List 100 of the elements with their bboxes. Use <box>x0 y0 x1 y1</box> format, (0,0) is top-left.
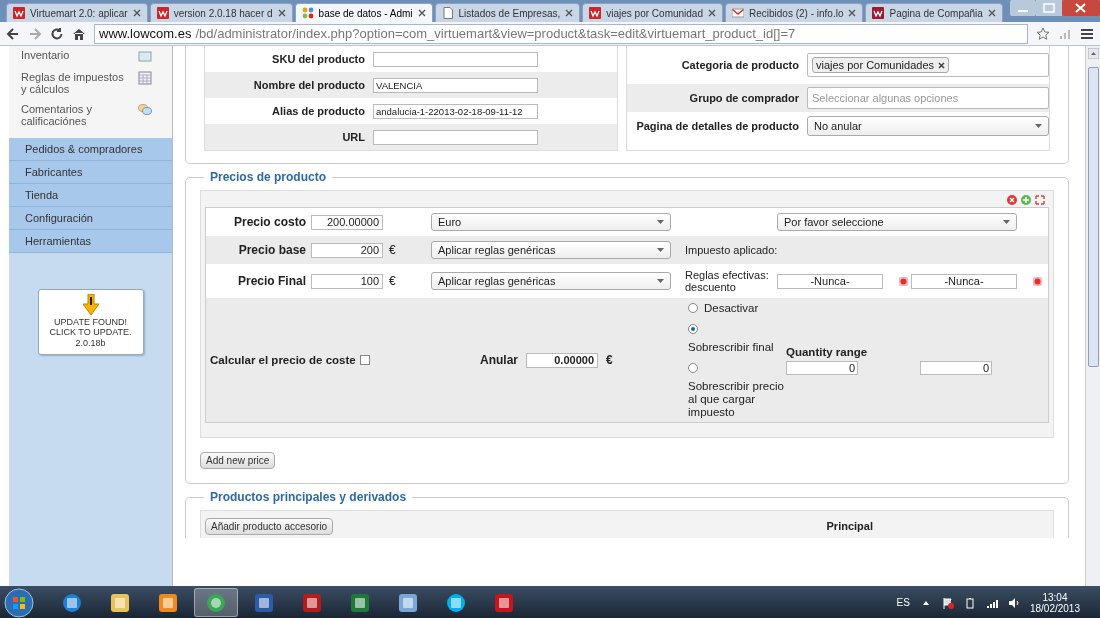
browser-tab[interactable]: Pagina de Compañia <box>865 3 1003 22</box>
back-icon[interactable] <box>6 26 20 41</box>
remove-icon[interactable] <box>938 61 945 69</box>
site-icon <box>589 7 602 19</box>
language-indicator[interactable]: ES <box>896 597 910 608</box>
menu-icon[interactable] <box>1080 26 1094 41</box>
sidebar-section[interactable]: Pedidos & compradores <box>9 138 172 161</box>
clock-time[interactable]: 13:04 <box>1042 591 1068 603</box>
close-icon[interactable] <box>277 9 286 17</box>
home-icon[interactable] <box>72 26 86 41</box>
site-icon <box>13 7 25 19</box>
radio-button[interactable] <box>688 303 698 313</box>
browser-tab[interactable]: version 2.0.18 hacer d <box>149 3 293 22</box>
sidebar-item[interactable]: Inventario <box>9 46 172 68</box>
close-icon[interactable] <box>417 9 426 17</box>
caret-icon <box>1003 220 1010 224</box>
radio-button[interactable] <box>688 362 698 373</box>
currency-symbol: € <box>389 243 396 257</box>
field-label: Alias de producto <box>271 105 366 117</box>
field-label: Grupo de comprador <box>688 92 800 104</box>
rules-note: Reglas efectivas: descuento <box>684 269 770 293</box>
price-field[interactable]: 0.00000 <box>526 352 598 368</box>
sidebar-section[interactable]: Herramientas <box>9 230 172 253</box>
date-field[interactable]: -Nunca- <box>777 273 883 289</box>
update-notice[interactable]: UPDATE FOUND! CLICK TO UPDATE. 2.0.18b <box>37 289 144 355</box>
field-label: Nombre del producto <box>252 79 366 91</box>
chat-icon <box>138 103 152 117</box>
sidebar-item[interactable]: Comentarios y calificaciónes <box>9 100 172 132</box>
field-label: Categoria de producto <box>680 59 800 71</box>
quantity-field[interactable]: 0 <box>786 360 858 375</box>
close-icon[interactable] <box>708 9 716 17</box>
caret-icon <box>1035 124 1042 128</box>
currency-symbol: € <box>606 353 613 367</box>
radio-label: Sobrescribir precio al que cargar impuesto <box>688 379 785 419</box>
dropdown[interactable]: Por favor seleccione <box>777 213 1017 231</box>
site-icon <box>156 7 169 19</box>
add-price-button[interactable]: Add new price <box>200 452 276 469</box>
star-icon[interactable] <box>1036 26 1050 41</box>
remove-icon[interactable] <box>1007 195 1017 205</box>
close-icon[interactable] <box>848 9 857 17</box>
rules-dropdown[interactable]: Aplicar reglas genéricas <box>431 272 671 290</box>
quantity-field[interactable]: 0 <box>920 360 992 375</box>
speaker-icon[interactable] <box>1007 596 1020 609</box>
browser-tab[interactable]: Virtuemart 2.0: aplicar <box>6 3 148 22</box>
field-label: Anular <box>480 353 518 367</box>
field-label: Pagina de detalles de producto <box>635 120 800 132</box>
browser-tab[interactable]: viajes por Comunidad <box>582 3 723 22</box>
window-controls[interactable] <box>1010 0 1100 17</box>
price-field[interactable]: 100 <box>311 273 383 289</box>
text-field[interactable]: andalucia-1-22013-02-18-09-11-12 <box>373 103 538 119</box>
sidebar-section[interactable]: Configuración <box>9 207 172 230</box>
close-icon[interactable] <box>565 9 574 17</box>
clear-icon[interactable] <box>899 276 908 286</box>
dropdown[interactable]: No anular <box>807 116 1049 136</box>
scroll-up-icon[interactable] <box>1087 48 1099 59</box>
close-icon[interactable] <box>132 9 141 17</box>
update-message: UPDATE FOUND! CLICK TO UPDATE. <box>48 317 133 337</box>
flower-icon <box>301 7 314 19</box>
field-label: Calcular el precio de coste <box>210 354 356 366</box>
field-label: Precio costo <box>232 215 307 229</box>
radio-button[interactable] <box>688 323 698 334</box>
field-label: Precio base <box>237 243 307 257</box>
browser-tab[interactable]: base de datos - Admi <box>294 3 433 22</box>
price-field[interactable]: 200.00000 <box>311 214 383 230</box>
scrollbar-thumb[interactable] <box>1087 67 1099 367</box>
add-accessory-button[interactable]: Añadir producto accesorio <box>205 517 334 535</box>
section-title: Productos principales y derivados <box>210 490 407 504</box>
category-tag[interactable]: viajes por Comunidades <box>812 57 949 73</box>
text-field[interactable]: VALENCIA <box>373 77 538 93</box>
clear-icon[interactable] <box>1033 276 1042 286</box>
price-field[interactable]: 200 <box>311 242 383 258</box>
category-field[interactable]: viajes por Comunidades <box>807 53 1049 77</box>
rules-dropdown[interactable]: Aplicar reglas genéricas <box>431 241 671 259</box>
clock-date[interactable]: 18/02/2013 <box>1029 602 1080 614</box>
sidebar-section[interactable]: Tienda <box>9 184 172 207</box>
column-header: Principal <box>826 520 873 532</box>
calendar-icon <box>138 71 152 85</box>
sidebar-item[interactable]: Reglas de impuestos y cálculos <box>9 68 172 100</box>
checkbox[interactable] <box>359 355 370 365</box>
field-label: Precio Final <box>236 274 307 288</box>
text-field[interactable] <box>373 51 538 67</box>
close-icon[interactable] <box>987 9 996 17</box>
browser-tab[interactable]: Recibidos (2) - info.lo <box>725 3 864 22</box>
reload-icon[interactable] <box>50 26 64 41</box>
field-label: URL <box>341 131 366 143</box>
field-label: SKU del producto <box>271 53 366 65</box>
expand-icon[interactable] <box>1035 195 1045 205</box>
date-field[interactable]: -Nunca- <box>911 273 1017 289</box>
browser-tab[interactable]: Listados de Empresas, <box>434 3 581 22</box>
address-bar[interactable]: www.lowcom.es /bd/administrator/index.php?option=com_virtuemart&view=product&task=edit&virtuemart_product_id[]=7 <box>94 23 1028 44</box>
mail-icon <box>732 7 744 19</box>
box-icon <box>138 49 152 63</box>
page-icon <box>441 7 454 19</box>
battery-icon[interactable] <box>963 596 976 609</box>
text-field[interactable] <box>373 129 538 145</box>
currency-dropdown[interactable]: Euro <box>431 213 671 231</box>
flag-icon[interactable] <box>941 596 954 609</box>
start-button[interactable] <box>4 587 34 618</box>
radio-label: Desactivar <box>704 301 759 315</box>
sidebar-section[interactable]: Fabricantes <box>9 161 172 184</box>
